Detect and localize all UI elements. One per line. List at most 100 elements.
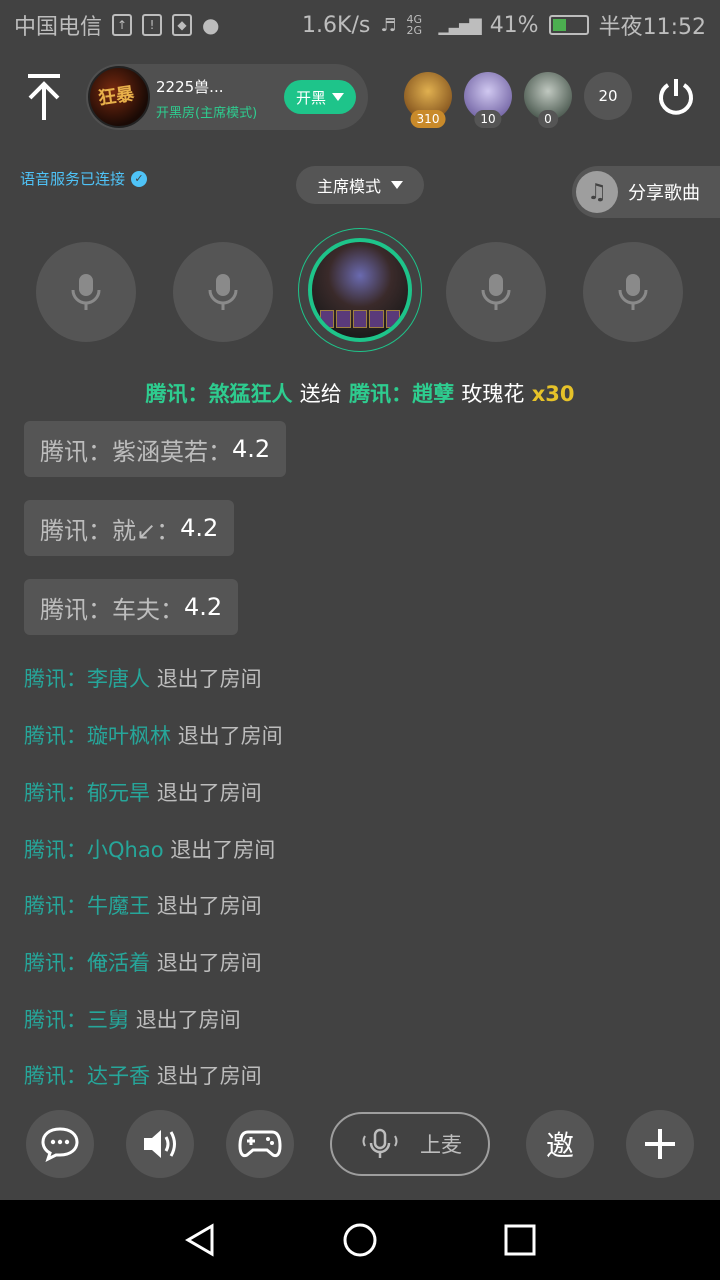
avatar-decoration <box>320 310 401 328</box>
room-type-label: 开黑 <box>295 88 326 107</box>
gift-receiver: 趙孽 <box>412 382 455 406</box>
msg-prefix: 腾讯： <box>24 894 87 918</box>
check-icon: ✓ <box>131 170 148 187</box>
room-header: 狂暴 2225兽... 开黑房(主席模式) 开黑 310 10 0 20 <box>0 62 720 132</box>
avatar-logo: 狂暴 <box>96 83 136 110</box>
network-label: 4G 2G <box>406 13 422 37</box>
join-mic-button[interactable]: 上麦 <box>330 1112 490 1176</box>
msg-prefix: 腾讯： <box>24 781 87 805</box>
viewer-badge: 0 <box>538 110 558 128</box>
back-to-top-button[interactable] <box>24 72 64 122</box>
msg-user[interactable]: 郁元旱 <box>87 781 150 805</box>
system-message: 腾讯：达子香 退出了房间 <box>24 1060 262 1090</box>
mode-label: 主席模式 <box>316 177 381 196</box>
share-song-button[interactable]: ♫ 分享歌曲 <box>572 166 720 218</box>
mic-seat[interactable] <box>36 242 136 342</box>
system-message: 腾讯：小Qhao 退出了房间 <box>24 834 275 864</box>
msg-prefix: 腾讯： <box>24 724 87 748</box>
chat-sender: 腾讯：就↙： <box>40 516 181 545</box>
msg-action: 退出了房间 <box>156 894 262 918</box>
msg-user[interactable]: 小Qhao <box>87 838 164 862</box>
chat-bubble: 腾讯：就↙： 4.2 <box>24 500 235 556</box>
msg-action: 退出了房间 <box>156 781 262 805</box>
chat-bubble: 腾讯：紫涵莫若： 4.2 <box>24 421 287 477</box>
msg-user[interactable]: 李唐人 <box>87 667 150 691</box>
nav-back-button[interactable] <box>180 1220 220 1260</box>
system-nav-bar <box>0 1200 720 1280</box>
battery-percent: 41% <box>489 12 539 38</box>
gift-verb: 送给 <box>299 382 342 406</box>
msg-user[interactable]: 璇叶枫林 <box>87 724 171 748</box>
game-button[interactable] <box>226 1110 294 1178</box>
speaker-icon <box>144 1130 176 1158</box>
viewer-badge: 10 <box>474 110 502 128</box>
arrow-up-icon <box>28 74 60 120</box>
speaker-button[interactable] <box>126 1110 194 1178</box>
more-button[interactable] <box>626 1110 694 1178</box>
exit-room-button[interactable] <box>656 76 696 116</box>
microphone-icon <box>208 274 238 310</box>
alert-icon: ! <box>142 14 163 36</box>
chat-button[interactable] <box>26 1110 94 1178</box>
gift-receiver-prefix: 腾讯： <box>349 382 413 406</box>
system-message: 腾讯：俺活着 退出了房间 <box>24 947 262 977</box>
back-triangle-icon <box>185 1223 214 1257</box>
nav-home-button[interactable] <box>340 1220 380 1260</box>
battery-icon <box>548 15 589 35</box>
bottom-toolbar: 上麦 邀 <box>0 1108 720 1180</box>
msg-action: 退出了房间 <box>156 951 262 975</box>
msg-prefix: 腾讯： <box>24 838 87 862</box>
invite-label: 邀 <box>545 1129 574 1162</box>
msg-prefix: 腾讯： <box>24 667 87 691</box>
system-message: 腾讯：三舅 退出了房间 <box>24 1004 241 1034</box>
online-count[interactable]: 20 <box>584 72 632 120</box>
chat-bubble-icon <box>41 1127 79 1162</box>
recents-square-icon <box>504 1224 536 1256</box>
chat-bubble: 腾讯：车夫： 4.2 <box>24 579 239 635</box>
msg-action: 退出了房间 <box>177 724 283 748</box>
speed-label: 1.6K/s <box>302 12 371 38</box>
app-icon: ◆ <box>172 14 193 36</box>
system-message: 腾讯：牛魔王 退出了房间 <box>24 890 262 920</box>
msg-action: 退出了房间 <box>156 667 262 691</box>
chat-value: 4.2 <box>232 435 271 463</box>
msg-action: 退出了房间 <box>170 838 276 862</box>
msg-user[interactable]: 俺活着 <box>87 951 150 975</box>
chat-value: 4.2 <box>180 514 219 542</box>
music-note-icon: ♫ <box>576 171 618 213</box>
voice-status: 语音服务已连接 ✓ <box>20 168 148 189</box>
msg-action: 退出了房间 <box>135 1008 241 1032</box>
nav-recents-button[interactable] <box>500 1220 540 1260</box>
mode-dropdown[interactable]: 主席模式 <box>296 166 424 204</box>
mic-seat[interactable] <box>583 242 683 342</box>
chat-sender: 腾讯：车夫： <box>40 595 184 624</box>
room-type-dropdown[interactable]: 开黑 <box>284 80 356 114</box>
chevron-down-icon <box>391 181 403 189</box>
msg-prefix: 腾讯： <box>24 1064 87 1088</box>
headset-icon: ♬ <box>380 14 397 36</box>
mic-seat[interactable] <box>173 242 273 342</box>
gamepad-icon <box>238 1130 282 1158</box>
msg-prefix: 腾讯： <box>24 951 87 975</box>
msg-user[interactable]: 牛魔王 <box>87 894 150 918</box>
system-message: 腾讯：璇叶枫林 退出了房间 <box>24 720 283 750</box>
invite-button[interactable]: 邀 <box>526 1110 594 1178</box>
plus-icon <box>645 1129 675 1159</box>
room-info-pill[interactable]: 狂暴 2225兽... 开黑房(主席模式) 开黑 <box>86 64 368 130</box>
power-icon <box>659 79 693 115</box>
gift-item: 玫瑰花 <box>461 382 525 406</box>
gift-sender: 煞猛狂人 <box>208 382 293 406</box>
room-avatar: 狂暴 <box>88 66 150 128</box>
signal-icon: ▁▃▅▇ <box>438 15 481 35</box>
carrier-label: 中国电信 <box>14 15 103 40</box>
system-message: 腾讯：郁元旱 退出了房间 <box>24 777 262 807</box>
share-song-label: 分享歌曲 <box>628 183 700 204</box>
msg-user[interactable]: 三舅 <box>87 1008 129 1032</box>
msg-user[interactable]: 达子香 <box>87 1064 150 1088</box>
gift-quantity: x30 <box>531 382 575 406</box>
host-seat[interactable] <box>298 228 422 352</box>
voice-status-label: 语音服务已连接 <box>20 170 126 188</box>
microphone-icon <box>71 274 101 310</box>
mic-seat[interactable] <box>446 242 546 342</box>
viewer-badge: 310 <box>410 110 446 128</box>
